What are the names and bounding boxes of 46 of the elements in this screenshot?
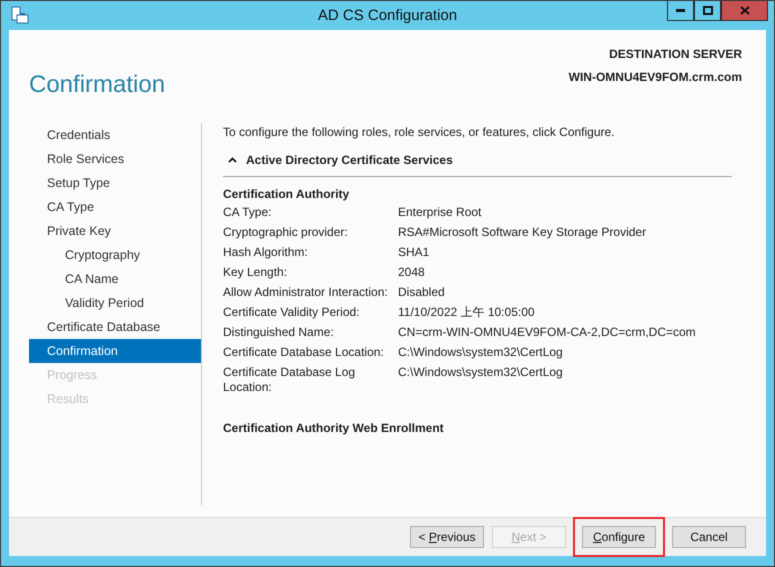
sidebar-item[interactable]: Role Services bbox=[29, 147, 201, 171]
sidebar-item[interactable]: Setup Type bbox=[29, 171, 201, 195]
sidebar-item[interactable]: Certificate Database bbox=[29, 315, 201, 339]
group-title: Certification Authority bbox=[223, 187, 350, 201]
minimize-button[interactable] bbox=[667, 1, 694, 21]
detail-label: CA Type: bbox=[223, 205, 272, 221]
detail-value: C:\Windows\system32\CertLog bbox=[398, 345, 564, 361]
server-label: DESTINATION SERVER bbox=[609, 47, 742, 61]
dialog-button[interactable]: < Previous bbox=[410, 526, 484, 548]
sidebar-item[interactable]: CA Name bbox=[29, 267, 201, 291]
detail-value: RSA#Microsoft Software Key Storage Provider bbox=[398, 225, 648, 241]
intro-text: To configure the following roles, role services, or features, click Configure. bbox=[223, 125, 616, 139]
detail-value: CN=crm-WIN-OMNU4EV9FOM-CA-2,DC=crm,DC=com bbox=[398, 325, 697, 341]
close-icon bbox=[740, 6, 750, 15]
detail-value: 11/10/2022 上午 10:05:00 bbox=[398, 305, 536, 321]
sidebar-item[interactable]: Credentials bbox=[29, 123, 201, 147]
sidebar-item[interactable]: CA Type bbox=[29, 195, 201, 219]
page-title: Confirmation bbox=[29, 71, 166, 100]
sidebar-item[interactable]: Private Key bbox=[29, 219, 201, 243]
collapse-icon[interactable] bbox=[228, 157, 237, 163]
detail-label: Distinguished Name: bbox=[223, 325, 335, 341]
detail-label: Allow Administrator Interaction: bbox=[223, 285, 389, 301]
detail-label: Hash Algorithm: bbox=[223, 245, 309, 261]
sidebar-item[interactable]: Cryptography bbox=[29, 243, 201, 267]
group-title: Certification Authority Web Enrollment bbox=[223, 421, 445, 435]
close-button[interactable] bbox=[721, 1, 768, 21]
maximize-button[interactable] bbox=[694, 1, 721, 21]
window-title: AD CS Configuration bbox=[318, 7, 458, 24]
detail-value: Enterprise Root bbox=[398, 205, 482, 221]
maximize-icon bbox=[702, 6, 712, 15]
detail-label: Certificate Database Log Location: bbox=[223, 365, 356, 395]
detail-label: Key Length: bbox=[223, 265, 288, 281]
sidebar-item[interactable]: Validity Period bbox=[29, 291, 201, 315]
sidebar-item[interactable]: Confirmation bbox=[29, 339, 201, 363]
detail-value: Disabled bbox=[398, 285, 446, 301]
detail-label: Certificate Validity Period: bbox=[223, 305, 360, 321]
detail-value: C:\Windows\system32\CertLog bbox=[398, 365, 564, 381]
dialog-button[interactable]: Configure bbox=[582, 526, 656, 548]
dialog-button[interactable]: Cancel bbox=[672, 526, 746, 548]
detail-value: 2048 bbox=[398, 265, 426, 281]
server-name: WIN-OMNU4EV9FOM.crm.com bbox=[568, 70, 742, 84]
detail-value: SHA1 bbox=[398, 245, 430, 261]
minimize-icon bbox=[676, 9, 685, 12]
detail-label: Certificate Database Location: bbox=[223, 345, 385, 361]
detail-label: Cryptographic provider: bbox=[223, 225, 349, 241]
section-title: Active Directory Certificate Services bbox=[246, 153, 453, 167]
